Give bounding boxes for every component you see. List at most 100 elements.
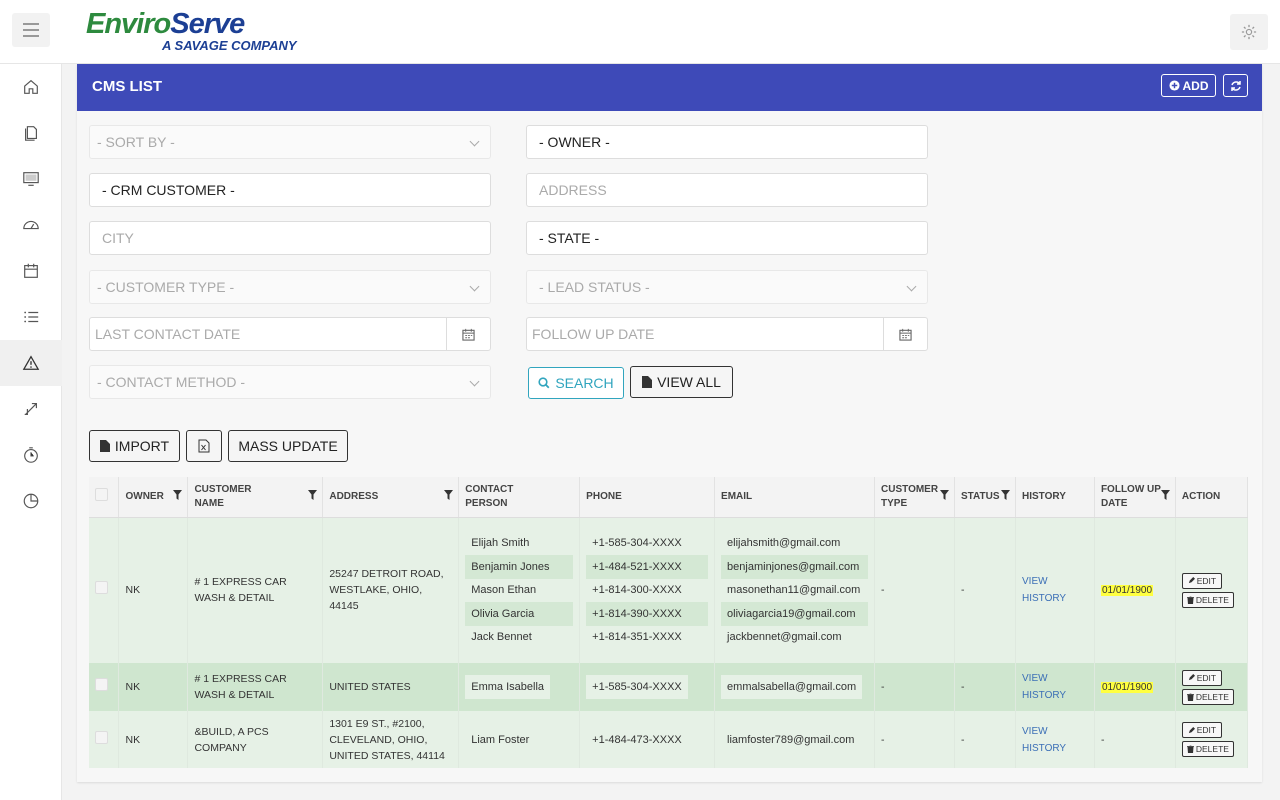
crm-customer-select[interactable]: - CRM CUSTOMER - — [89, 173, 491, 207]
select-all-checkbox[interactable] — [95, 487, 108, 501]
history-cell: VIEW HISTORY — [1015, 663, 1095, 711]
action-cell: EDIT DELETE — [1175, 663, 1249, 711]
trash-icon — [1186, 745, 1194, 753]
phone-number: +1-585-304-XXXX — [592, 537, 682, 550]
phone-number: +1-585-304-XXXX — [586, 675, 688, 699]
sidebar-item-timer[interactable] — [0, 432, 62, 478]
address-cell: UNITED STATES — [322, 663, 460, 711]
lead-status-select[interactable]: - LEAD STATUS - — [526, 270, 928, 304]
delete-button[interactable]: DELETE — [1181, 688, 1234, 705]
search-icon — [538, 377, 550, 389]
row-checkbox[interactable] — [95, 678, 108, 691]
view-history-link[interactable]: VIEW HISTORY — [1022, 673, 1066, 701]
follow-up-date-cell: - — [1094, 711, 1176, 768]
import-button-label: IMPORT — [114, 438, 170, 454]
filter-icon[interactable] — [940, 490, 950, 505]
owner-select[interactable]: - OWNER - — [526, 125, 928, 159]
excel-file-icon — [198, 439, 210, 453]
sidebar-item-list[interactable] — [0, 294, 62, 340]
row-checkbox[interactable] — [95, 581, 108, 595]
add-button[interactable]: ADD — [1161, 74, 1216, 97]
pencil-icon — [1188, 674, 1195, 681]
gear-icon[interactable] — [1230, 14, 1268, 50]
cms-list-panel: CMS LIST ADD - SORT BY - - CRM CUSTOMER … — [77, 64, 1262, 782]
address-input[interactable]: ADDRESS — [526, 173, 928, 207]
hamburger-menu-icon[interactable] — [12, 13, 50, 47]
edit-button[interactable]: EDIT — [1181, 722, 1222, 738]
last-contact-date-input[interactable]: LAST CONTACT DATE — [89, 317, 491, 351]
delete-button[interactable]: DELETE — [1181, 591, 1234, 608]
follow-up-date-header[interactable]: FOLLOW UP DATE — [1094, 477, 1176, 518]
envirosserve-logo[interactable]: EnviroServe A SAVAGE COMPANY — [86, 8, 306, 56]
sidebar-item-transfers[interactable] — [0, 386, 62, 432]
filter-icon[interactable] — [1160, 490, 1170, 505]
search-button[interactable]: SEARCH — [528, 367, 624, 399]
contact-person-cell: Elijah Smith Benjamin Jones Mason Ethan … — [458, 517, 581, 663]
customer-type-cell: - — [874, 663, 956, 711]
action-header: ACTION — [1175, 477, 1249, 518]
row-checkbox-cell — [89, 711, 120, 768]
customer-type-header[interactable]: CUSTOMER TYPE — [874, 477, 956, 518]
contact-name: Mason Ethan — [471, 584, 537, 597]
filter-icon[interactable] — [173, 490, 183, 505]
filter-icon[interactable] — [1001, 490, 1010, 505]
contact-name: Elijah Smith — [471, 537, 530, 550]
calendar-icon[interactable] — [883, 318, 927, 350]
sidebar-item-reports[interactable] — [0, 478, 62, 524]
filter-icon[interactable] — [444, 490, 454, 505]
sidebar-item-monitor[interactable] — [0, 156, 62, 202]
delete-button[interactable]: DELETE — [1181, 741, 1234, 757]
follow-up-date-input[interactable]: FOLLOW UP DATE — [526, 317, 928, 351]
sidebar-item-dashboard[interactable] — [0, 202, 62, 248]
chevron-down-icon — [469, 136, 480, 147]
phone-number: +1-484-521-XXXX — [586, 555, 709, 579]
pencil-icon — [1188, 577, 1195, 584]
edit-button[interactable]: EDIT — [1181, 572, 1222, 589]
email-address: liamfoster789@gmail.com — [721, 727, 861, 752]
contact-method-value: - CONTACT METHOD - — [97, 374, 246, 390]
row-checkbox[interactable] — [95, 730, 108, 744]
page-title: CMS LIST — [92, 78, 162, 95]
city-input[interactable]: CITY — [89, 221, 491, 255]
view-all-button[interactable]: VIEW ALL — [630, 366, 733, 398]
owner-header[interactable]: OWNER — [118, 477, 189, 518]
clock-icon — [24, 447, 38, 463]
cms-table: OWNER CUSTOMER NAME ADDRESS CONTACT PERSON… — [89, 477, 1249, 768]
refresh-button[interactable] — [1223, 74, 1248, 97]
address-placeholder: ADDRESS — [539, 182, 607, 198]
mass-update-button[interactable]: MASS UPDATE — [228, 430, 348, 462]
contact-name: Benjamin Jones — [465, 555, 574, 579]
sidebar-item-documents[interactable] — [0, 110, 62, 156]
address-cell: 25247 DETROIT ROAD, WESTLAKE, OHIO, 4414… — [322, 517, 460, 663]
email-cell: liamfoster789@gmail.com — [714, 711, 876, 768]
email-address: benjaminjones@gmail.com — [721, 555, 869, 579]
monitor-icon — [23, 172, 39, 186]
import-button[interactable]: IMPORT — [89, 430, 180, 462]
file-icon — [99, 440, 110, 452]
email-address: oliviagarcia19@gmail.com — [721, 602, 869, 626]
sort-by-select[interactable]: - SORT BY - — [89, 125, 491, 159]
address-header[interactable]: ADDRESS — [322, 477, 460, 518]
view-history-link[interactable]: VIEW HISTORY — [1022, 726, 1066, 754]
sidebar-item-home[interactable] — [0, 64, 62, 110]
sidebar-item-warnings[interactable] — [0, 340, 62, 386]
email-cell: elijahsmith@gmail.com benjaminjones@gmai… — [714, 517, 876, 663]
customer-name-cell: # 1 EXPRESS CAR WASH & DETAIL — [187, 663, 324, 711]
customer-type-value: - CUSTOMER TYPE - — [97, 279, 235, 295]
calendar-icon[interactable] — [446, 318, 490, 350]
state-select[interactable]: - STATE - — [526, 221, 928, 255]
list-icon — [24, 311, 39, 323]
owner-value: - OWNER - — [539, 134, 610, 150]
logo-tagline: A SAVAGE COMPANY — [162, 38, 297, 53]
view-all-button-label: VIEW ALL — [657, 374, 721, 390]
sidebar-item-calendar[interactable] — [0, 248, 62, 294]
customer-name-header[interactable]: CUSTOMER NAME — [187, 477, 324, 518]
export-excel-button[interactable] — [186, 430, 222, 462]
contact-method-select[interactable]: - CONTACT METHOD - — [89, 365, 491, 399]
view-history-link[interactable]: VIEW HISTORY — [1022, 576, 1066, 604]
customer-type-select[interactable]: - CUSTOMER TYPE - — [89, 270, 491, 304]
edit-button[interactable]: EDIT — [1181, 669, 1222, 686]
status-header[interactable]: STATUS — [954, 477, 1016, 518]
search-button-label: SEARCH — [555, 375, 614, 391]
filter-icon[interactable] — [308, 490, 318, 505]
